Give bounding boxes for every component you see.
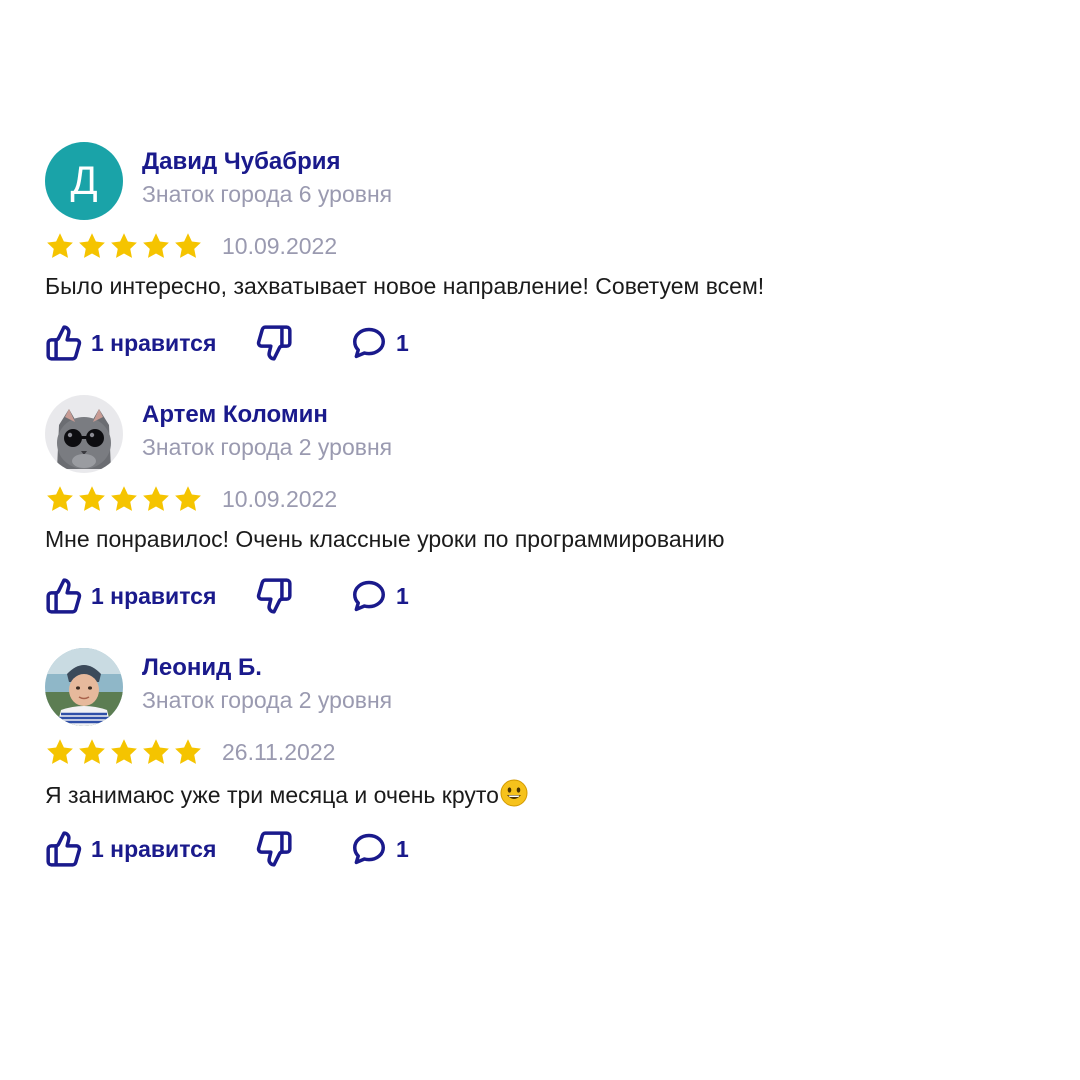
comment-bubble-icon [350, 324, 388, 362]
thumbs-up-icon [45, 830, 83, 868]
star-icon [79, 739, 105, 764]
avatar[interactable] [45, 648, 123, 726]
review-actions: 1 нравится 1 [45, 829, 465, 869]
review-date: 10.09.2022 [222, 486, 338, 512]
star-icon [175, 233, 201, 258]
star-icon [47, 486, 73, 511]
dislike-button[interactable] [255, 829, 293, 869]
star-icon [175, 486, 201, 511]
like-button[interactable]: 1 нравится [45, 829, 216, 869]
like-count: 1 нравится [91, 329, 217, 356]
review-text: Я занимаюс уже три месяца и очень круто [45, 779, 528, 813]
comment-bubble-icon [350, 830, 388, 868]
rating-stars [45, 737, 203, 767]
like-button[interactable]: 1 нравится [45, 576, 216, 616]
star-icon [143, 486, 169, 511]
author-level: Знаток города 6 уровня [142, 181, 393, 207]
review-text: Было интересно, захватывает новое направ… [45, 273, 765, 299]
thumbs-up-icon [45, 577, 83, 615]
author-name[interactable]: Артем Коломин [142, 401, 328, 429]
comments-button[interactable]: 1 [350, 323, 409, 363]
review-text-content: Я занимаюс уже три месяца и очень круто [45, 782, 499, 808]
dislike-button[interactable] [255, 323, 293, 363]
avatar[interactable] [45, 395, 123, 473]
grinning-face-emoji-icon [500, 779, 528, 813]
thumbs-down-icon [255, 577, 293, 615]
comment-count: 1 [396, 329, 409, 356]
author-level: Знаток города 2 уровня [142, 434, 393, 460]
review-actions: 1 нравится 1 [45, 576, 465, 616]
comment-count: 1 [396, 582, 409, 609]
like-count: 1 нравится [91, 582, 217, 609]
star-icon [79, 486, 105, 511]
review-text: Мне понравилос! Очень классные уроки по … [45, 526, 725, 552]
comment-bubble-icon [350, 577, 388, 615]
avatar[interactable]: Д [45, 142, 123, 220]
author-name[interactable]: Леонид Б. [142, 654, 262, 682]
child-photo-image [45, 648, 123, 726]
star-icon [111, 233, 137, 258]
star-icon [47, 233, 73, 258]
comments-button[interactable]: 1 [350, 829, 409, 869]
star-icon [111, 486, 137, 511]
star-icon [79, 233, 105, 258]
author-name[interactable]: Давид Чубабрия [142, 148, 340, 176]
dislike-button[interactable] [255, 576, 293, 616]
star-icon [143, 233, 169, 258]
author-level: Знаток города 2 уровня [142, 687, 393, 713]
star-icon [175, 739, 201, 764]
like-button[interactable]: 1 нравится [45, 323, 216, 363]
review-date: 26.11.2022 [222, 739, 336, 765]
rating-stars [45, 484, 203, 514]
like-count: 1 нравится [91, 835, 217, 862]
star-icon [111, 739, 137, 764]
thumbs-down-icon [255, 830, 293, 868]
comment-count: 1 [396, 835, 409, 862]
star-icon [143, 739, 169, 764]
thumbs-down-icon [255, 324, 293, 362]
cat-photo-image [45, 395, 123, 473]
star-icon [47, 739, 73, 764]
comments-button[interactable]: 1 [350, 576, 409, 616]
review-actions: 1 нравится 1 [45, 323, 465, 363]
rating-stars [45, 231, 203, 261]
thumbs-up-icon [45, 324, 83, 362]
review-date: 10.09.2022 [222, 233, 338, 259]
